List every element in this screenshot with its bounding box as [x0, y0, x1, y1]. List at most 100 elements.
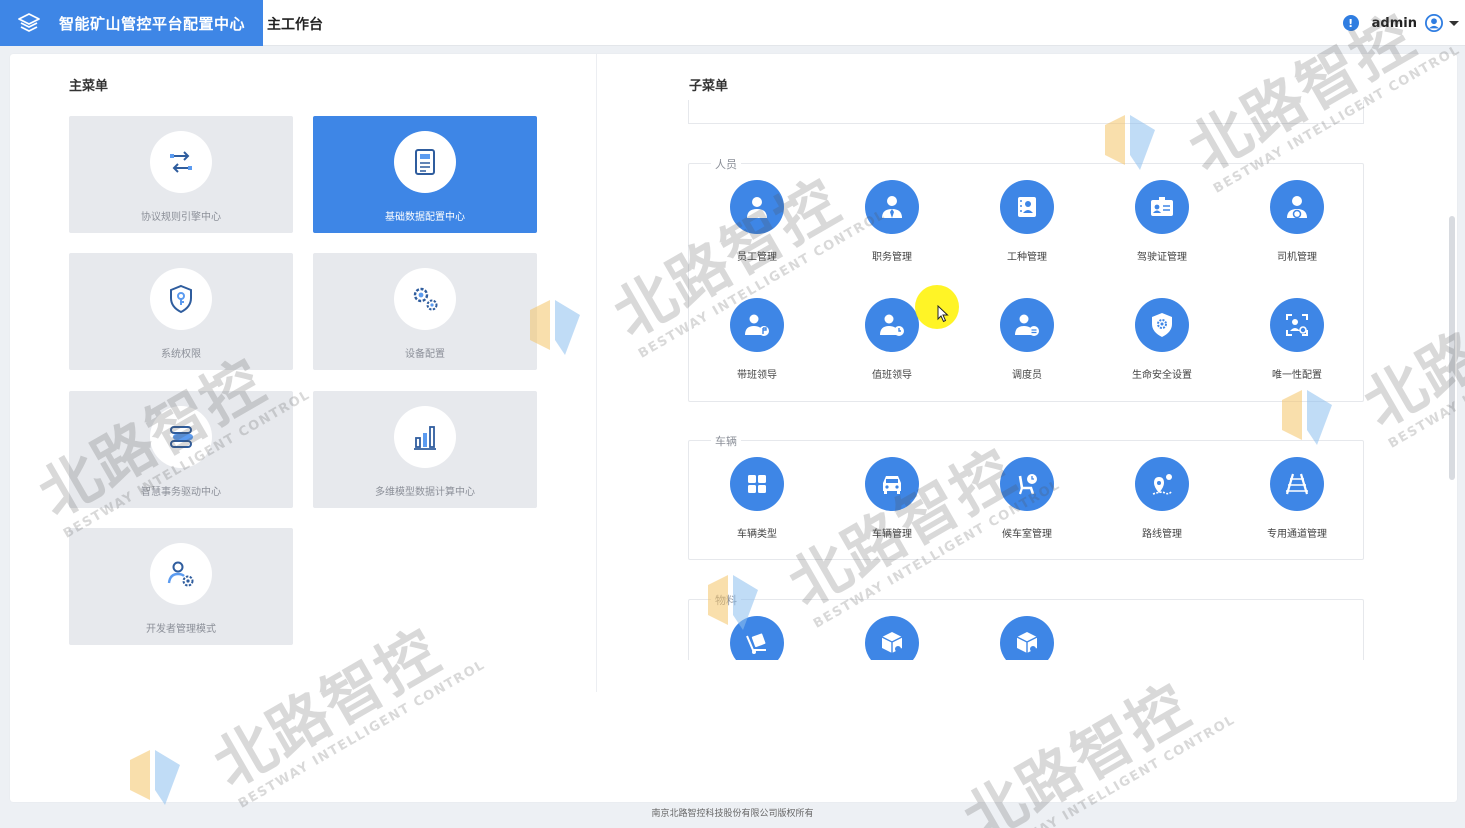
- sub-item-material-config[interactable]: [838, 616, 948, 660]
- waiting-seat-icon: [1000, 457, 1054, 511]
- sub-item-driver[interactable]: 司机管理: [1243, 180, 1353, 280]
- sub-item-life-safety[interactable]: 生命安全设置: [1108, 298, 1218, 398]
- sub-item-route-management[interactable]: 路线管理: [1108, 457, 1218, 557]
- document-icon: [415, 149, 435, 175]
- sub-item-material-transport[interactable]: [703, 616, 813, 660]
- face-scan-icon: [1270, 298, 1324, 352]
- swap-arrows-icon: [170, 151, 192, 173]
- top-bar: 智能矿山管控平台配置中心 主工作台 ! admin: [0, 0, 1465, 46]
- grid-apps-icon: [730, 457, 784, 511]
- sub-item-vehicle-type[interactable]: 车辆类型: [703, 457, 813, 557]
- sub-item-dedicated-lane[interactable]: 专用通道管理: [1243, 457, 1353, 557]
- menu-card-label: 智慧事务驱动中心: [141, 487, 221, 498]
- sub-item-label: 唯一性配置: [1272, 370, 1322, 381]
- menu-card-basic-data[interactable]: 基础数据配置中心: [313, 116, 537, 233]
- id-book-icon: [1000, 180, 1054, 234]
- sub-item-shift-leader[interactable]: 带班领导: [703, 298, 813, 398]
- app-title: 智能矿山管控平台配置中心: [59, 14, 246, 33]
- bar-chart-icon: [414, 426, 436, 450]
- menu-card-label: 系统权限: [161, 349, 201, 360]
- sub-item-label: 调度员: [1012, 370, 1042, 381]
- driver-icon: [1270, 180, 1324, 234]
- menu-card-developer-mode[interactable]: 开发者管理模式: [69, 528, 293, 645]
- menu-card-icon-wrap: [150, 406, 212, 468]
- sub-item-label: 驾驶证管理: [1137, 252, 1187, 263]
- sub-item-license[interactable]: 驾驶证管理: [1108, 180, 1218, 280]
- box-list-icon: [1000, 616, 1054, 660]
- shield-key-icon: [170, 284, 192, 314]
- menu-card-icon-wrap: [150, 543, 212, 605]
- menu-card-label: 开发者管理模式: [146, 624, 216, 635]
- sub-item-material-list[interactable]: [973, 616, 1083, 660]
- tie-user-icon: [865, 180, 919, 234]
- sub-item-label: 员工管理: [737, 252, 777, 263]
- sub-item-job-type[interactable]: 工种管理: [973, 180, 1083, 280]
- sub-menu-title: 子菜单: [689, 79, 729, 94]
- user-avatar-icon[interactable]: [1425, 14, 1443, 32]
- sub-item-vehicle-management[interactable]: 车辆管理: [838, 457, 948, 557]
- menu-card-multi-model[interactable]: 多维模型数据计算中心: [313, 391, 537, 508]
- sub-item-label: 司机管理: [1277, 252, 1317, 263]
- sub-item-label: 路线管理: [1142, 529, 1182, 540]
- menu-card-icon-wrap: [150, 131, 212, 193]
- menu-card-label: 设备配置: [405, 349, 445, 360]
- username[interactable]: admin: [1372, 16, 1417, 31]
- sub-item-label: 车辆管理: [872, 529, 912, 540]
- sub-item-label: 专用通道管理: [1267, 529, 1327, 540]
- sub-item-position[interactable]: 职务管理: [838, 180, 948, 280]
- group-materials: 物料: [688, 592, 1364, 660]
- sub-item-label: 候车室管理: [1002, 529, 1052, 540]
- menu-card-system-permission[interactable]: 系统权限: [69, 253, 293, 370]
- menu-card-icon-wrap: [394, 406, 456, 468]
- leader-clock-icon: [865, 298, 919, 352]
- group-legend: 人员: [711, 156, 741, 172]
- sub-item-label: 车辆类型: [737, 529, 777, 540]
- sub-item-label: 职务管理: [872, 252, 912, 263]
- license-card-icon: [1135, 180, 1189, 234]
- capsule-flow-icon: [170, 426, 193, 448]
- previous-group-bottom: [688, 100, 1364, 124]
- sub-menu-scroll-area[interactable]: 人员 员工管理 职务管理 工种管理 驾驶证管理 司机管理 带班领导 值班领导 调…: [688, 100, 1368, 660]
- caret-down-icon[interactable]: [1447, 18, 1461, 28]
- mouse-pointer-icon: [937, 305, 949, 323]
- group-legend: 车辆: [711, 433, 741, 449]
- safety-shield-icon: [1135, 298, 1189, 352]
- road-lanes-icon: [1270, 457, 1324, 511]
- box-gear-icon: [865, 616, 919, 660]
- menu-card-protocol-rules[interactable]: 协议规则引擎中心: [69, 116, 293, 233]
- brand-block[interactable]: 智能矿山管控平台配置中心: [0, 0, 263, 46]
- sub-item-label: 带班领导: [737, 370, 777, 381]
- sub-item-label: 值班领导: [872, 370, 912, 381]
- notification-icon[interactable]: !: [1342, 15, 1359, 31]
- panel-divider: [596, 54, 597, 692]
- menu-card-smart-affairs[interactable]: 智慧事务驱动中心: [69, 391, 293, 508]
- sub-item-uniqueness-config[interactable]: 唯一性配置: [1243, 298, 1353, 398]
- menu-card-icon-wrap: [394, 131, 456, 193]
- car-front-icon: [865, 457, 919, 511]
- group-personnel: 人员 员工管理 职务管理 工种管理 驾驶证管理 司机管理 带班领导 值班领导 调…: [688, 156, 1364, 402]
- menu-card-label: 多维模型数据计算中心: [375, 487, 475, 498]
- menu-card-device-config[interactable]: 设备配置: [313, 253, 537, 370]
- sub-item-label: 生命安全设置: [1132, 370, 1192, 381]
- group-vehicles: 车辆 车辆类型 车辆管理 候车室管理 路线管理 专用通道管理: [688, 433, 1364, 560]
- route-pin-icon: [1135, 457, 1189, 511]
- sub-item-label: 工种管理: [1007, 252, 1047, 263]
- footer-copyright: 南京北路智控科技股份有限公司版权所有: [651, 809, 814, 819]
- page-scrollbar[interactable]: [1449, 216, 1455, 480]
- hand-truck-icon: [730, 616, 784, 660]
- sub-item-employee[interactable]: 员工管理: [703, 180, 813, 280]
- stack-layers-icon: [18, 13, 40, 32]
- tab-main-workbench[interactable]: 主工作台: [267, 14, 323, 34]
- menu-card-icon-wrap: [150, 268, 212, 330]
- gears-icon: [413, 287, 438, 311]
- sub-item-dispatcher[interactable]: 调度员: [973, 298, 1083, 398]
- menu-card-label: 基础数据配置中心: [385, 212, 465, 223]
- menu-card-label: 协议规则引擎中心: [141, 212, 221, 223]
- sub-item-waiting-room[interactable]: 候车室管理: [973, 457, 1083, 557]
- user-area: ! admin: [1335, 0, 1465, 46]
- leader-flag-icon: [730, 298, 784, 352]
- menu-card-icon-wrap: [394, 268, 456, 330]
- employee-icon: [730, 180, 784, 234]
- main-menu-title: 主菜单: [69, 79, 109, 94]
- group-legend: 物料: [711, 592, 741, 608]
